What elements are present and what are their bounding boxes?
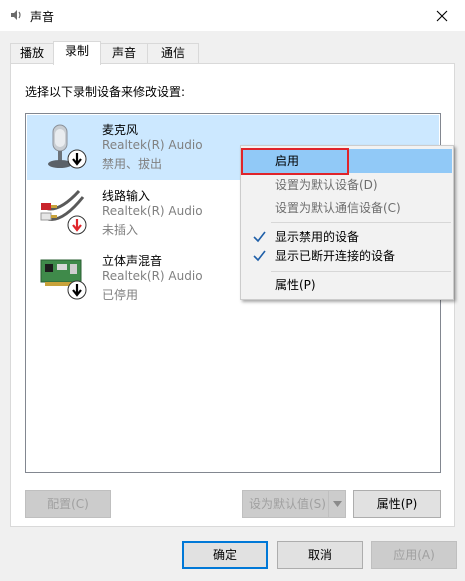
device-driver: Realtek(R) Audio — [102, 204, 203, 218]
menu-item-label: 设置为默认设备(D) — [275, 178, 378, 192]
menu-item-label: 设置为默认通信设备(C) — [275, 201, 401, 215]
tab-communications[interactable]: 通信 — [147, 43, 199, 64]
instruction-text: 选择以下录制设备来修改设置: — [25, 85, 186, 99]
sound-card-icon — [40, 259, 87, 300]
menu-item-show-disconnected[interactable]: 显示已断开连接的设备 — [243, 244, 452, 268]
microphone-icon — [48, 124, 87, 169]
device-status: 禁用、拔出 — [102, 157, 163, 171]
highlight-annotation — [241, 148, 349, 175]
menu-item-label: 显示禁用的设备 — [275, 230, 360, 244]
ok-button[interactable]: 确定 — [182, 541, 268, 569]
device-driver: Realtek(R) Audio — [102, 138, 203, 152]
tab-label: 通信 — [160, 46, 185, 60]
button-label: 取消 — [307, 548, 332, 562]
tab-label: 播放 — [19, 46, 44, 60]
device-name: 立体声混音 — [102, 254, 163, 268]
speaker-icon — [11, 10, 21, 20]
device-name: 麦克风 — [102, 123, 139, 137]
device-driver: Realtek(R) Audio — [102, 269, 203, 283]
button-label: 应用(A) — [393, 548, 435, 562]
button-label: 确定 — [212, 548, 237, 562]
properties-button[interactable]: 属性(P) — [353, 490, 441, 518]
tab-label: 录制 — [64, 44, 89, 58]
chevron-down-icon — [332, 501, 342, 507]
menu-item-label: 显示已断开连接的设备 — [275, 249, 396, 263]
button-label: 属性(P) — [376, 497, 418, 511]
menu-item-set-default[interactable]: 设置为默认设备(D) — [243, 173, 452, 197]
menu-item-set-default-comm[interactable]: 设置为默认通信设备(C) — [243, 196, 452, 220]
menu-separator — [271, 222, 451, 223]
configure-button[interactable]: 配置(C) — [25, 490, 111, 518]
checkmark-icon — [253, 250, 266, 262]
menu-separator — [271, 271, 451, 272]
close-icon — [436, 10, 448, 21]
rca-cable-icon — [40, 189, 87, 235]
tab-recording[interactable]: 录制 — [53, 41, 101, 65]
apply-button[interactable]: 应用(A) — [371, 541, 457, 569]
button-label: 设为默认值(S) — [249, 497, 326, 511]
dropdown-arrow[interactable] — [328, 491, 345, 517]
tab-playback[interactable]: 播放 — [10, 43, 54, 64]
menu-item-properties[interactable]: 属性(P) — [243, 273, 452, 297]
device-name: 线路输入 — [102, 189, 151, 203]
cancel-button[interactable]: 取消 — [277, 541, 363, 569]
tab-sounds[interactable]: 声音 — [100, 43, 148, 64]
device-status: 已停用 — [102, 288, 139, 302]
button-label: 配置(C) — [47, 497, 89, 511]
checkmark-icon — [253, 231, 266, 243]
window-title: 声音 — [30, 10, 55, 24]
device-status: 未插入 — [102, 223, 139, 237]
title-bar: 声音 — [0, 0, 465, 31]
tab-label: 声音 — [111, 46, 136, 60]
close-button[interactable] — [419, 0, 465, 31]
set-default-button[interactable]: 设为默认值(S) — [242, 490, 346, 518]
menu-item-label: 属性(P) — [275, 278, 316, 292]
